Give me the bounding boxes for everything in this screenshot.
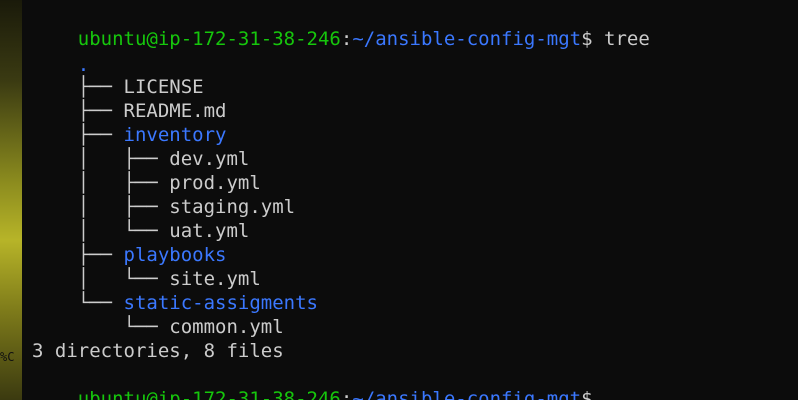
desktop-background: %C bbox=[0, 0, 22, 400]
tree-summary: 3 directories, 8 files bbox=[32, 340, 284, 362]
tree-row: │ └── uat.yml bbox=[32, 195, 250, 242]
tree-file-name: common.yml bbox=[169, 316, 284, 338]
tree-row: │ ├── prod.yml bbox=[32, 147, 261, 194]
tree-row: └── common.yml bbox=[32, 291, 284, 338]
prompt-line[interactable]: ubuntu@ip-172-31-38-246:~/ansible-config… bbox=[32, 363, 593, 400]
tree-row: │ └── site.yml bbox=[32, 243, 261, 290]
tree-row: ├── README.md bbox=[32, 75, 227, 122]
prompt-path: ~/ansible-config-mgt bbox=[352, 28, 582, 50]
tree-row: └── static-assigments bbox=[32, 267, 318, 314]
tree-root: . bbox=[32, 29, 89, 76]
prompt-user-host: ubuntu@ip-172-31-38-246 bbox=[77, 388, 341, 400]
tree-row: │ ├── staging.yml bbox=[32, 171, 295, 218]
desktop-partial-text: %C bbox=[0, 350, 15, 364]
tree-row: ├── inventory bbox=[32, 99, 227, 146]
prompt-colon: : bbox=[340, 28, 353, 50]
prompt-user-host: ubuntu@ip-172-31-38-246 bbox=[77, 28, 341, 50]
command-text: tree bbox=[592, 28, 650, 50]
prompt-dollar: $ bbox=[581, 388, 593, 400]
prompt-path: ~/ansible-config-mgt bbox=[352, 388, 582, 400]
prompt-line: ubuntu@ip-172-31-38-246:~/ansible-config… bbox=[32, 3, 650, 50]
tree-branch: └── bbox=[77, 316, 170, 338]
tree-row: ├── LICENSE bbox=[32, 51, 204, 98]
tree-row: ├── playbooks bbox=[32, 219, 227, 266]
prompt-dollar: $ bbox=[581, 28, 593, 50]
prompt-colon: : bbox=[340, 388, 353, 400]
terminal-window[interactable]: ubuntu@ip-172-31-38-246:~/ansible-config… bbox=[22, 0, 798, 400]
tree-row: │ ├── dev.yml bbox=[32, 123, 250, 170]
